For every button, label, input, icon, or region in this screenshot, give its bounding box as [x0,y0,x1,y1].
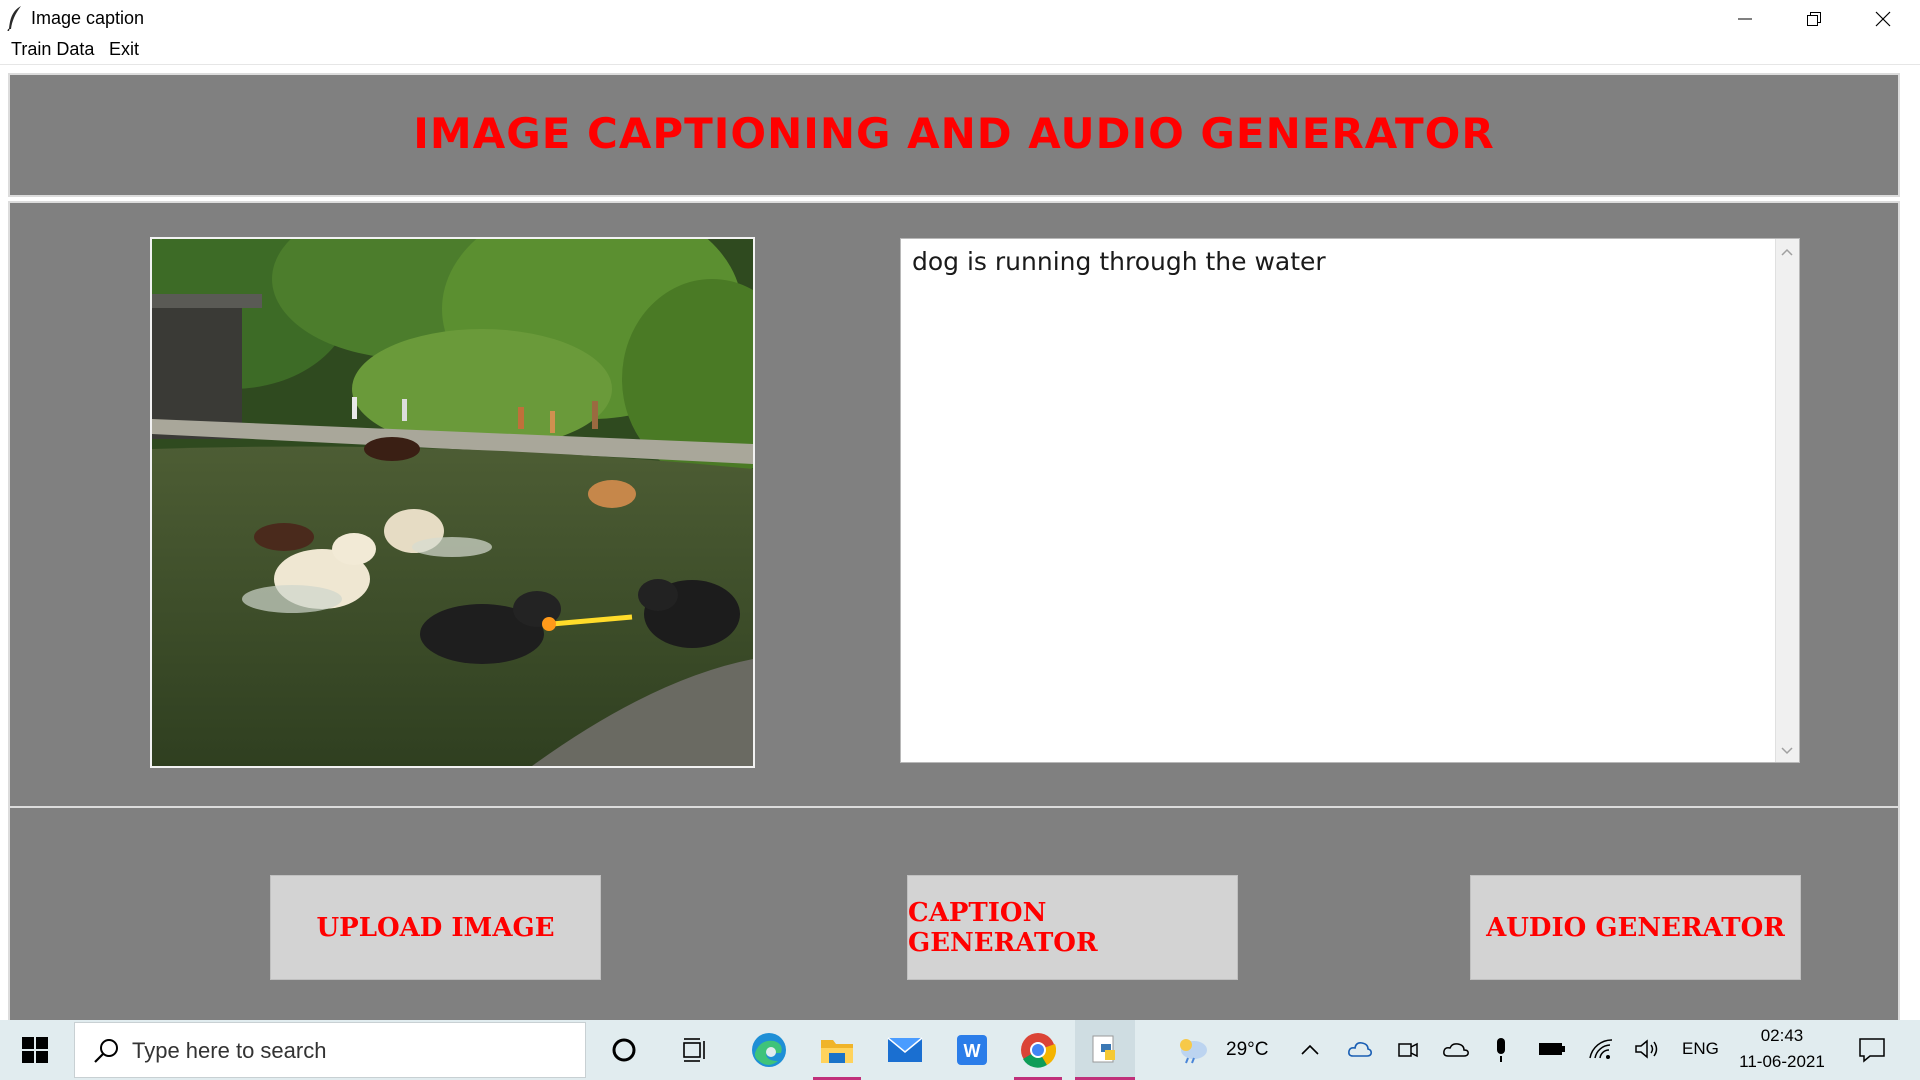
window-title: Image caption [31,8,145,28]
task-view-icon [683,1038,705,1062]
meet-now-icon[interactable] [1397,1038,1419,1062]
scroll-down-icon[interactable] [1781,746,1793,756]
restore-icon [1806,11,1821,26]
close-icon [1875,11,1890,26]
menu-bar: Train Data Exit [0,37,1920,65]
svg-text:W: W [964,1041,981,1061]
chrome-button[interactable] [1014,1020,1062,1080]
wifi-icon[interactable] [1588,1038,1614,1060]
menu-train-data[interactable]: Train Data [11,39,94,60]
header-panel: IMAGE CAPTIONING AND AUDIO GENERATOR [8,73,1900,197]
chevron-up-icon[interactable] [1300,1040,1320,1060]
microphone-icon[interactable] [1494,1036,1508,1064]
windows-logo-icon [22,1037,48,1063]
close-button[interactable] [1848,0,1917,37]
mail-icon [887,1037,923,1062]
caption-generator-button[interactable]: CAPTION GENERATOR [907,875,1238,980]
python-app-button[interactable] [1075,1020,1135,1080]
menu-exit[interactable]: Exit [109,39,139,60]
window-title-bar: Image caption [0,0,1920,37]
caption-scrollbar[interactable] [1775,239,1799,762]
windows-taskbar: Type here to search W 29°C ENG 02:43 11-… [0,1020,1920,1080]
caption-text: dog is running through the water [912,247,1326,276]
restore-button[interactable] [1779,0,1848,37]
minimize-button[interactable] [1710,0,1779,37]
speaker-icon[interactable] [1634,1038,1662,1060]
weather-temperature[interactable]: 29°C [1226,1039,1268,1061]
notification-icon[interactable] [1858,1037,1886,1063]
file-explorer-button[interactable] [813,1020,861,1080]
clock-date: 11-06-2021 [1739,1052,1825,1071]
dogs-in-water-photo [152,239,753,766]
word-button[interactable]: W [948,1020,996,1080]
feather-icon [7,6,21,31]
cortana-button[interactable] [600,1020,648,1080]
app-heading: IMAGE CAPTIONING AND AUDIO GENERATOR [413,109,1495,158]
weather-icon[interactable] [1176,1036,1210,1064]
chrome-icon [1021,1033,1056,1068]
cortana-icon [612,1038,636,1062]
start-button[interactable] [0,1020,70,1080]
caption-textbox[interactable]: dog is running through the water [900,238,1800,763]
word-icon: W [957,1035,987,1065]
search-icon [94,1039,118,1063]
edge-button[interactable] [745,1020,793,1080]
scroll-up-icon[interactable] [1781,247,1793,257]
clock-time: 02:43 [1760,1026,1804,1045]
file-explorer-icon [821,1040,853,1063]
uploaded-image [150,237,755,768]
search-placeholder: Type here to search [132,1038,327,1063]
clock[interactable]: 02:43 11-06-2021 [1735,1026,1829,1072]
battery-icon[interactable] [1538,1040,1566,1058]
audio-generator-button[interactable]: AUDIO GENERATOR [1470,875,1801,980]
cloud-sync-icon[interactable] [1347,1038,1373,1062]
task-view-button[interactable] [672,1020,720,1080]
mail-button[interactable] [881,1020,929,1080]
edge-icon [752,1033,786,1067]
python-icon [1092,1035,1115,1063]
upload-image-button[interactable]: UPLOAD IMAGE [270,875,601,980]
taskbar-search-box[interactable]: Type here to search [74,1022,586,1078]
minimize-icon [1737,18,1752,19]
input-language[interactable]: ENG [1682,1039,1719,1059]
onedrive-icon[interactable] [1442,1040,1470,1060]
